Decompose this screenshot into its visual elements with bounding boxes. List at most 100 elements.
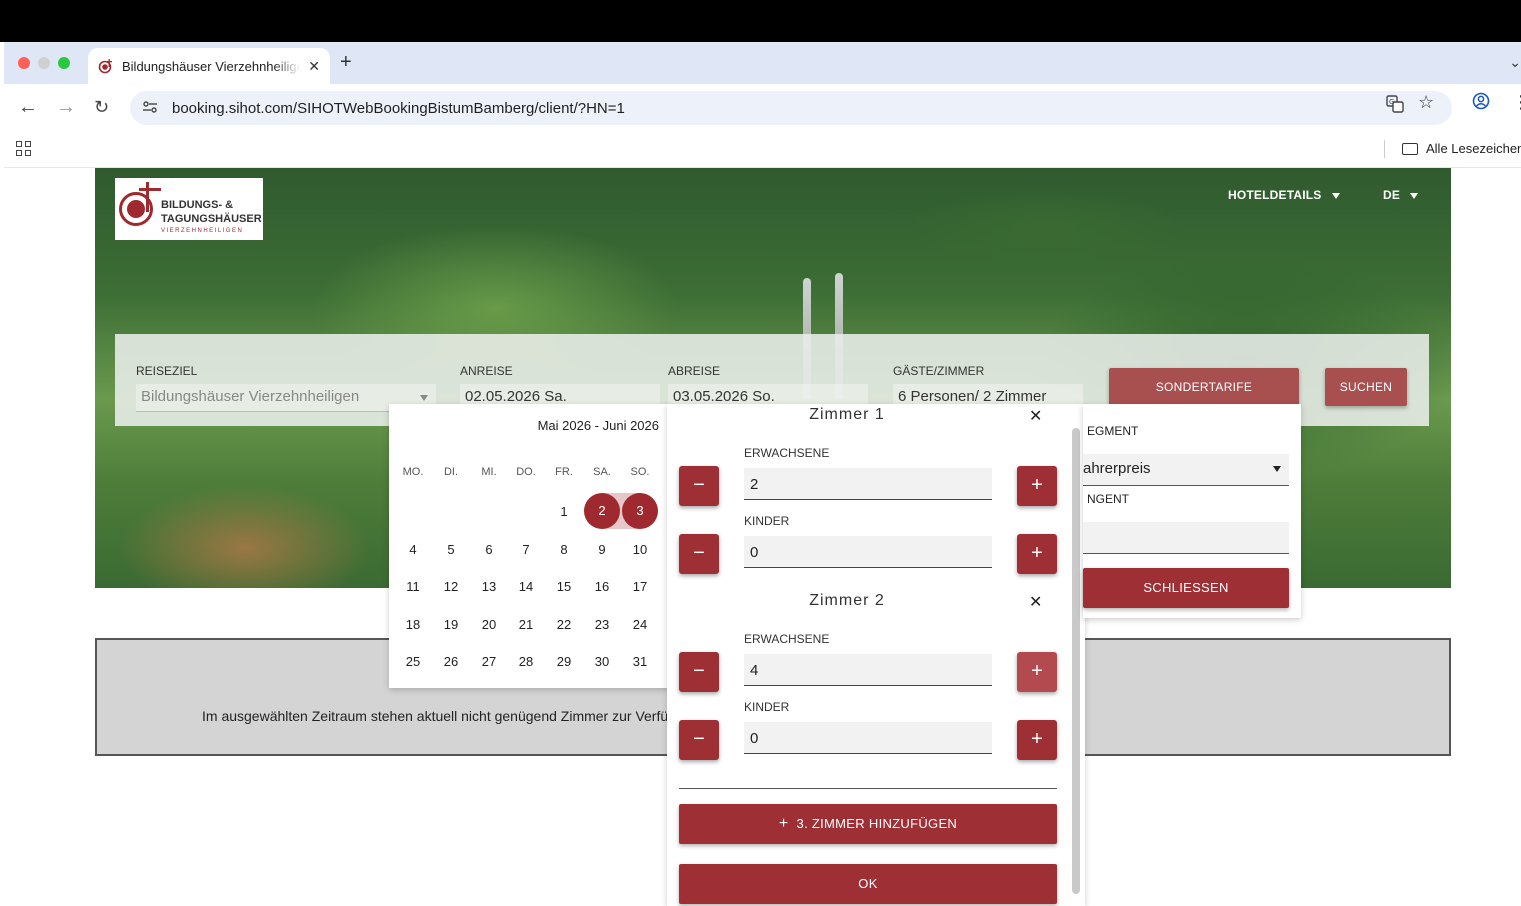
segment-select[interactable]: ahrerpreis [1083,454,1289,486]
room2-children-input[interactable]: 0 [744,722,992,754]
calendar-day[interactable]: 31 [622,654,658,669]
forward-icon[interactable]: → [56,96,76,119]
sondertarife-button[interactable]: SONDERTARIFE [1109,368,1299,406]
bookmarks-separator [1384,140,1385,158]
room2-title: Zimmer 2 [809,592,885,609]
window-minimize-button[interactable] [38,57,50,69]
logo-text-line2: TAGUNGSHÄUSER [161,213,262,225]
room2-adults-label: ERWACHSENE [744,632,830,646]
schliessen-button[interactable]: SCHLIESSEN [1083,568,1289,608]
tab-search-icon[interactable]: ⌄ [1509,54,1521,71]
tab-strip: Bildungshäuser Vierzehnheiligen ✕ + ⌄ [4,42,1521,84]
calendar-day[interactable]: 9 [584,542,620,557]
reload-icon[interactable]: ↻ [94,97,109,118]
room2-adults-plus-button[interactable]: + [1017,652,1057,692]
calendar-day[interactable]: 4 [395,542,431,557]
calendar-day[interactable]: 20 [471,617,507,632]
room1-adults-plus-button[interactable]: + [1017,466,1057,506]
calendar-day[interactable]: 12 [433,579,469,594]
guests-divider [679,788,1057,789]
reiseziel-value: Bildungshäuser Vierzehnheiligen [141,388,360,405]
calendar-day[interactable]: 22 [546,617,582,632]
room2-adults-input[interactable]: 4 [744,654,992,686]
calendar-day[interactable]: 24 [622,617,658,632]
window-maximize-button[interactable] [58,57,70,69]
calendar-weekday: MI. [481,466,497,478]
room2-children-minus-button[interactable]: − [679,720,719,760]
calendar-day-selected[interactable]: 3 [622,493,658,529]
room1-children-plus-button[interactable]: + [1017,534,1057,574]
calendar-day[interactable]: 17 [622,579,658,594]
calendar-day[interactable]: 7 [508,542,544,557]
suchen-button[interactable]: SUCHEN [1325,368,1407,406]
calendar-day[interactable]: 26 [433,654,469,669]
room1-children-minus-button[interactable]: − [679,534,719,574]
language-menu[interactable]: DE [1383,188,1419,202]
browser-toolbar: ← → ↻ booking.sihot.com/SIHOTWebBookingB… [4,84,1521,132]
calendar-day[interactable]: 6 [471,542,507,557]
room1-children-label: KINDER [744,514,790,528]
agent-label: NGENT [1087,492,1129,506]
browser-menu-icon[interactable]: ⋮ [1512,92,1521,113]
date-picker-popup: Mai 2026 - Juni 2026 MO. DI. MI. DO. FR. SA. S… [389,404,671,688]
calendar-day[interactable]: 15 [546,579,582,594]
calendar-day[interactable]: 27 [471,654,507,669]
calendar-day[interactable]: 19 [433,617,469,632]
room2-adults-minus-button[interactable]: − [679,652,719,692]
calendar-day[interactable]: 14 [508,579,544,594]
room2-children-plus-button[interactable]: + [1017,720,1057,760]
calendar-day[interactable]: 8 [546,542,582,557]
calendar-day[interactable]: 29 [546,654,582,669]
calendar-day[interactable]: 30 [584,654,620,669]
site-info-icon[interactable] [142,100,158,117]
calendar-day[interactable]: 25 [395,654,431,669]
address-bar[interactable]: booking.sihot.com/SIHOTWebBookingBistumB… [130,91,1452,125]
tab-close-icon[interactable]: ✕ [308,58,320,75]
add-room-button[interactable]: +3. ZIMMER HINZUFÜGEN [679,804,1057,844]
room1-adults-input[interactable]: 2 [744,468,992,500]
site-logo[interactable]: BILDUNGS- & TAGUNGSHÄUSER VIERZEHNHEILIG… [115,178,263,240]
back-icon[interactable]: ← [18,96,38,119]
calendar-day[interactable]: 28 [508,654,544,669]
segment-label: EGMENT [1087,424,1139,438]
logo-text-line3: VIERZEHNHEILIGEN [161,228,244,234]
all-bookmarks-folder[interactable]: Alle Lesezeichen [1402,141,1521,156]
agent-input[interactable] [1083,522,1289,554]
guests-scrollbar[interactable] [1072,428,1080,894]
hoteldetails-label: HOTELDETAILS [1228,188,1322,202]
room1-adults-minus-button[interactable]: − [679,466,719,506]
bookmark-star-icon[interactable]: ☆ [1418,92,1434,113]
calendar-day[interactable]: 1 [546,504,582,519]
calendar-day[interactable]: 10 [622,542,658,557]
calendar-day[interactable]: 23 [584,617,620,632]
calendar-day[interactable]: 5 [433,542,469,557]
room2-remove-icon[interactable]: ✕ [1029,592,1042,612]
availability-notice-text: Im ausgewählten Zeitraum stehen aktuell … [202,708,704,724]
translate-icon[interactable]: G [1386,95,1404,117]
room1-children-input[interactable]: 0 [744,536,992,568]
calendar-day[interactable]: 18 [395,617,431,632]
apps-grid-icon[interactable] [16,141,32,157]
window-close-button[interactable] [18,57,30,69]
calendar-day[interactable]: 13 [471,579,507,594]
ok-button[interactable]: OK [679,864,1057,904]
room1-remove-icon[interactable]: ✕ [1029,406,1042,426]
calendar-day[interactable]: 21 [508,617,544,632]
url-text: booking.sihot.com/SIHOTWebBookingBistumB… [172,99,625,117]
browser-tab[interactable]: Bildungshäuser Vierzehnheiligen ✕ [88,48,330,84]
calendar-weekday: DI. [443,466,459,478]
guests-rooms-popup: Zimmer 1 ✕ ERWACHSENE − 2 + KINDER − 0 +… [667,404,1085,906]
profile-icon[interactable] [1472,92,1490,115]
calendar-day[interactable]: 16 [584,579,620,594]
add-room-label: 3. ZIMMER HINZUFÜGEN [796,816,958,831]
calendar-day[interactable]: 11 [395,579,431,594]
calendar-weekday: MO. [402,466,424,478]
new-tab-icon[interactable]: + [340,51,352,74]
reiseziel-label: REISEZIEL [136,364,198,378]
room2-children-label: KINDER [744,700,790,714]
calendar-weekday: SO. [630,466,650,478]
calendar-heading: Mai 2026 - Juni 2026 [537,418,659,433]
calendar-day-selected[interactable]: 2 [584,493,620,529]
hoteldetails-menu[interactable]: HOTELDETAILS [1228,188,1340,202]
language-label: DE [1383,188,1401,202]
